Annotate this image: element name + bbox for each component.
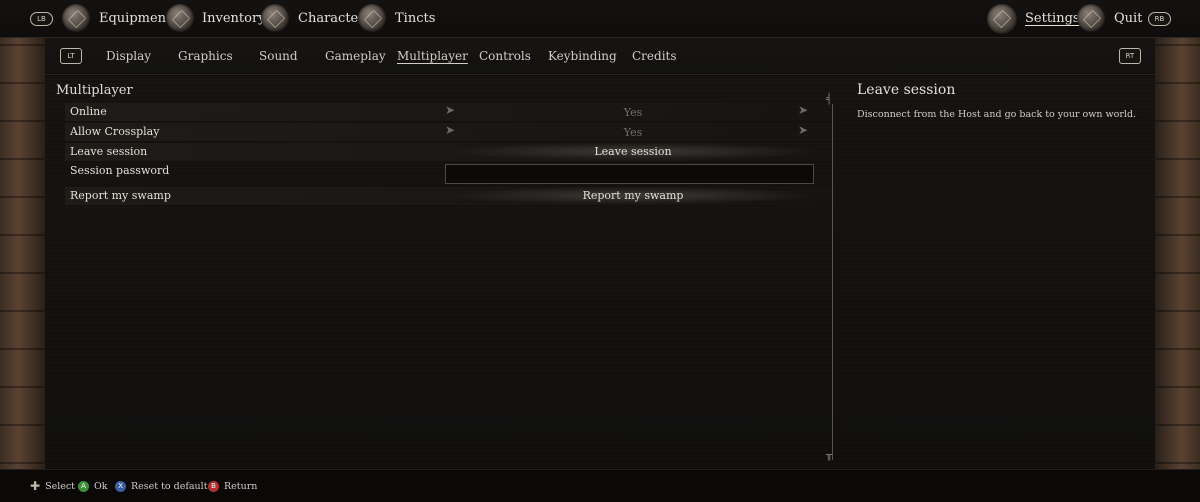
inventory-icon[interactable] (166, 4, 194, 32)
report-swamp-button[interactable]: Report my swamp (455, 187, 811, 204)
online-next-arrow-icon[interactable]: ➤ (798, 103, 808, 117)
tab-controls[interactable]: Controls (479, 38, 531, 74)
rt-button-icon[interactable]: RT (1119, 48, 1141, 64)
hint-select-label: Select (45, 480, 75, 492)
session-password-label: Session password (70, 164, 170, 177)
session-password-input[interactable] (445, 164, 814, 184)
rb-button-icon[interactable]: RB (1148, 12, 1171, 26)
b-button-icon: B (208, 480, 219, 492)
nav-settings[interactable]: Settings (1025, 0, 1080, 37)
character-icon[interactable] (261, 4, 289, 32)
tab-credits[interactable]: Credits (632, 38, 677, 74)
scrollbar-track[interactable] (832, 104, 833, 460)
nav-tincts-label: Tincts (395, 11, 436, 26)
controller-hints-bar: ✚ Select A Ok X Reset to default B Retur… (0, 469, 1200, 502)
settings-tab-bar: LT Display Graphics Sound Gameplay Multi… (45, 38, 1155, 75)
nav-quit[interactable]: Quit (1114, 0, 1142, 37)
nav-inventory[interactable]: Inventory (202, 0, 266, 37)
scroll-down-icon[interactable]: ╥ (826, 450, 832, 461)
settings-gear-icon[interactable] (987, 4, 1017, 34)
nav-character-label: Character (298, 11, 365, 26)
leave-session-label: Leave session (70, 145, 148, 158)
nav-inventory-label: Inventory (202, 11, 266, 26)
nav-equipment[interactable]: Equipment (99, 0, 171, 37)
hint-return-label: Return (224, 480, 258, 492)
nav-quit-label: Quit (1114, 11, 1143, 26)
nav-settings-label: Settings (1025, 11, 1080, 26)
online-label: Online (70, 105, 107, 118)
lb-button-icon[interactable]: LB (30, 12, 53, 26)
lt-button-icon[interactable]: LT (60, 48, 82, 64)
hint-reset-label: Reset to default (131, 480, 208, 492)
leave-session-button[interactable]: Leave session (455, 143, 811, 160)
tab-graphics[interactable]: Graphics (178, 38, 233, 74)
tab-gameplay[interactable]: Gameplay (325, 38, 386, 74)
stone-wall-right (1155, 0, 1200, 502)
tab-keybinding[interactable]: Keybinding (548, 38, 617, 74)
tab-sound[interactable]: Sound (259, 38, 298, 74)
hint-ok-label: Ok (94, 480, 108, 492)
stone-wall-left (0, 0, 45, 502)
crossplay-label: Allow Crossplay (70, 125, 160, 138)
hint-reset-default[interactable]: X Reset to default (115, 470, 208, 502)
x-button-icon: X (115, 480, 126, 492)
section-title: Multiplayer (56, 83, 133, 98)
settings-panel: Multiplayer Online ➤ Yes ➤ Allow Crosspl… (45, 76, 1155, 468)
crossplay-prev-arrow-icon[interactable]: ➤ (445, 123, 455, 137)
nav-character[interactable]: Character (298, 0, 364, 37)
nav-tincts[interactable]: Tincts (395, 0, 435, 37)
online-prev-arrow-icon[interactable]: ➤ (445, 103, 455, 117)
dpad-icon: ✚ (30, 479, 41, 493)
tab-display[interactable]: Display (106, 38, 151, 74)
online-value: Yes (623, 106, 643, 119)
quit-door-icon[interactable] (1077, 4, 1105, 32)
crossplay-next-arrow-icon[interactable]: ➤ (798, 123, 808, 137)
tincts-icon[interactable] (358, 4, 386, 32)
crossplay-value: Yes (623, 126, 643, 139)
equipment-icon[interactable] (62, 4, 90, 32)
nav-equipment-label: Equipment (99, 11, 172, 26)
report-swamp-label: Report my swamp (70, 189, 171, 202)
hint-ok[interactable]: A Ok (78, 470, 108, 502)
tab-multiplayer[interactable]: Multiplayer (397, 38, 468, 74)
hint-select: ✚ Select (30, 470, 75, 502)
detail-description: Disconnect from the Host and go back to … (857, 109, 1137, 120)
hint-return[interactable]: B Return (208, 470, 257, 502)
detail-title: Leave session (857, 82, 956, 98)
a-button-icon: A (78, 480, 89, 492)
top-navigation-bar: LB Equipment Inventory Character Tincts … (0, 0, 1200, 38)
